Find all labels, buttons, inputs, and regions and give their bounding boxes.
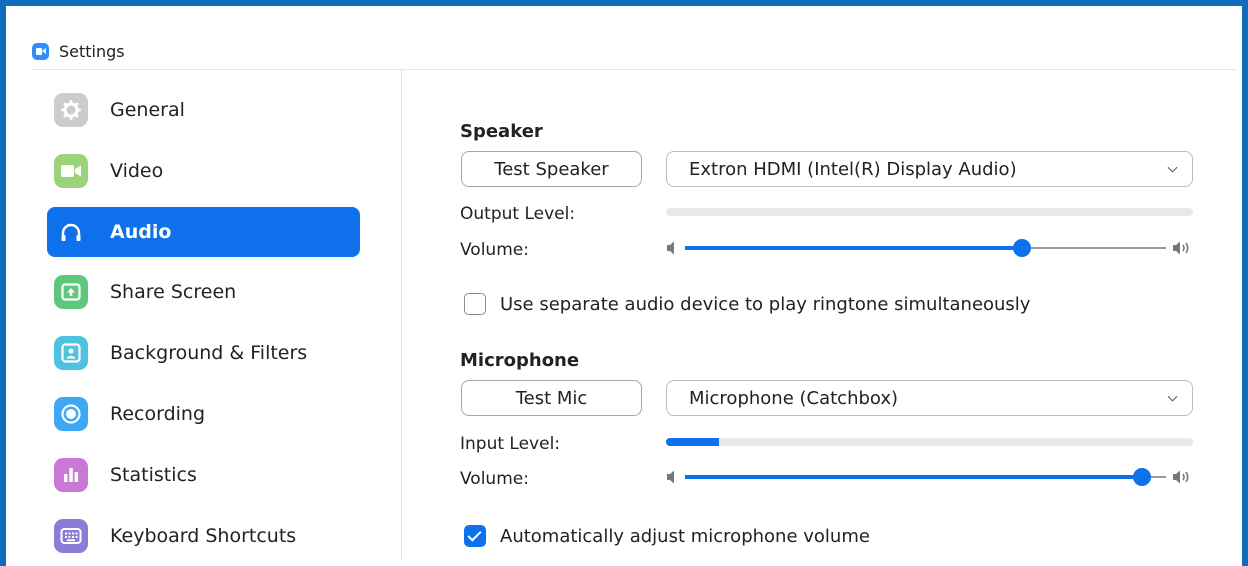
microphone-device-select[interactable]: Microphone (Catchbox) <box>666 380 1193 416</box>
microphone-section-title: Microphone <box>460 350 580 371</box>
sidebar-item-label: Video <box>110 159 164 182</box>
volume-high-icon <box>1172 240 1196 260</box>
separate-ringtone-option[interactable]: Use separate audio device to play ringto… <box>464 293 1030 315</box>
test-mic-button[interactable]: Test Mic <box>461 380 642 416</box>
chevron-down-icon <box>1167 391 1178 402</box>
sidebar-item-background-filters[interactable]: Background & Filters <box>47 328 360 378</box>
speaker-volume-label: Volume: <box>460 240 529 260</box>
separate-ringtone-label: Use separate audio device to play ringto… <box>500 293 1031 315</box>
share-screen-icon <box>54 275 88 310</box>
background-icon <box>54 336 88 371</box>
sidebar-item-statistics[interactable]: Statistics <box>47 450 360 500</box>
slider-fill <box>685 475 1142 479</box>
input-level-fill <box>666 438 719 446</box>
sidebar-item-label: Background & Filters <box>110 342 308 365</box>
sidebar-item-share-screen[interactable]: Share Screen <box>47 267 360 317</box>
auto-adjust-mic-label: Automatically adjust microphone volume <box>500 525 870 547</box>
input-level-meter <box>666 438 1193 446</box>
window-title: Settings <box>59 41 125 61</box>
speaker-section-title: Speaker <box>460 121 543 142</box>
bar-chart-icon <box>54 457 88 492</box>
slider-thumb[interactable] <box>1132 468 1151 486</box>
speaker-device-value: Extron HDMI (Intel(R) Display Audio) <box>689 158 1017 180</box>
auto-adjust-mic-checkbox[interactable] <box>464 525 486 547</box>
sidebar-item-video[interactable]: Video <box>47 146 360 196</box>
headphones-icon <box>54 215 88 249</box>
mic-volume-slider[interactable] <box>666 465 1196 489</box>
speaker-device-select[interactable]: Extron HDMI (Intel(R) Display Audio) <box>666 151 1193 187</box>
video-camera-icon <box>54 153 88 188</box>
volume-low-icon <box>666 469 680 489</box>
sidebar-item-recording[interactable]: Recording <box>47 389 360 439</box>
sidebar-item-label: Audio <box>110 220 172 243</box>
sidebar: General Video Audio Share Screen Backgro… <box>47 85 360 566</box>
separate-ringtone-checkbox[interactable] <box>464 293 486 315</box>
sidebar-item-audio[interactable]: Audio <box>47 206 360 257</box>
audio-settings-panel: Speaker Test Speaker Extron HDMI (Intel(… <box>459 6 1199 566</box>
speaker-volume-slider[interactable] <box>666 236 1196 260</box>
mic-volume-label: Volume: <box>460 469 529 489</box>
sidebar-item-label: General <box>110 99 185 121</box>
sidebar-item-label: Statistics <box>110 463 197 486</box>
sidebar-item-general[interactable]: General <box>47 85 360 135</box>
auto-adjust-mic-option[interactable]: Automatically adjust microphone volume <box>464 525 870 547</box>
slider-fill <box>685 246 1022 250</box>
volume-high-icon <box>1172 469 1196 489</box>
sidebar-divider <box>401 70 402 560</box>
sidebar-item-label: Keyboard Shortcuts <box>110 524 297 547</box>
zoom-app-icon <box>32 42 49 60</box>
output-level-meter <box>666 208 1193 216</box>
chevron-down-icon <box>1167 162 1178 173</box>
sidebar-item-label: Share Screen <box>110 281 237 304</box>
test-speaker-button[interactable]: Test Speaker <box>461 151 642 187</box>
settings-window: Settings General Video Audio Share Scree… <box>0 0 1248 566</box>
volume-low-icon <box>666 240 680 260</box>
keyboard-icon <box>54 518 88 553</box>
sidebar-item-keyboard-shortcuts[interactable]: Keyboard Shortcuts <box>47 511 360 561</box>
title-bar: Settings <box>32 36 125 66</box>
record-icon <box>54 396 88 431</box>
input-level-label: Input Level: <box>460 434 561 454</box>
sidebar-item-label: Recording <box>110 402 206 425</box>
output-level-label: Output Level: <box>460 204 576 224</box>
slider-thumb[interactable] <box>1012 239 1031 257</box>
microphone-device-value: Microphone (Catchbox) <box>689 387 899 409</box>
gear-icon <box>54 93 88 127</box>
